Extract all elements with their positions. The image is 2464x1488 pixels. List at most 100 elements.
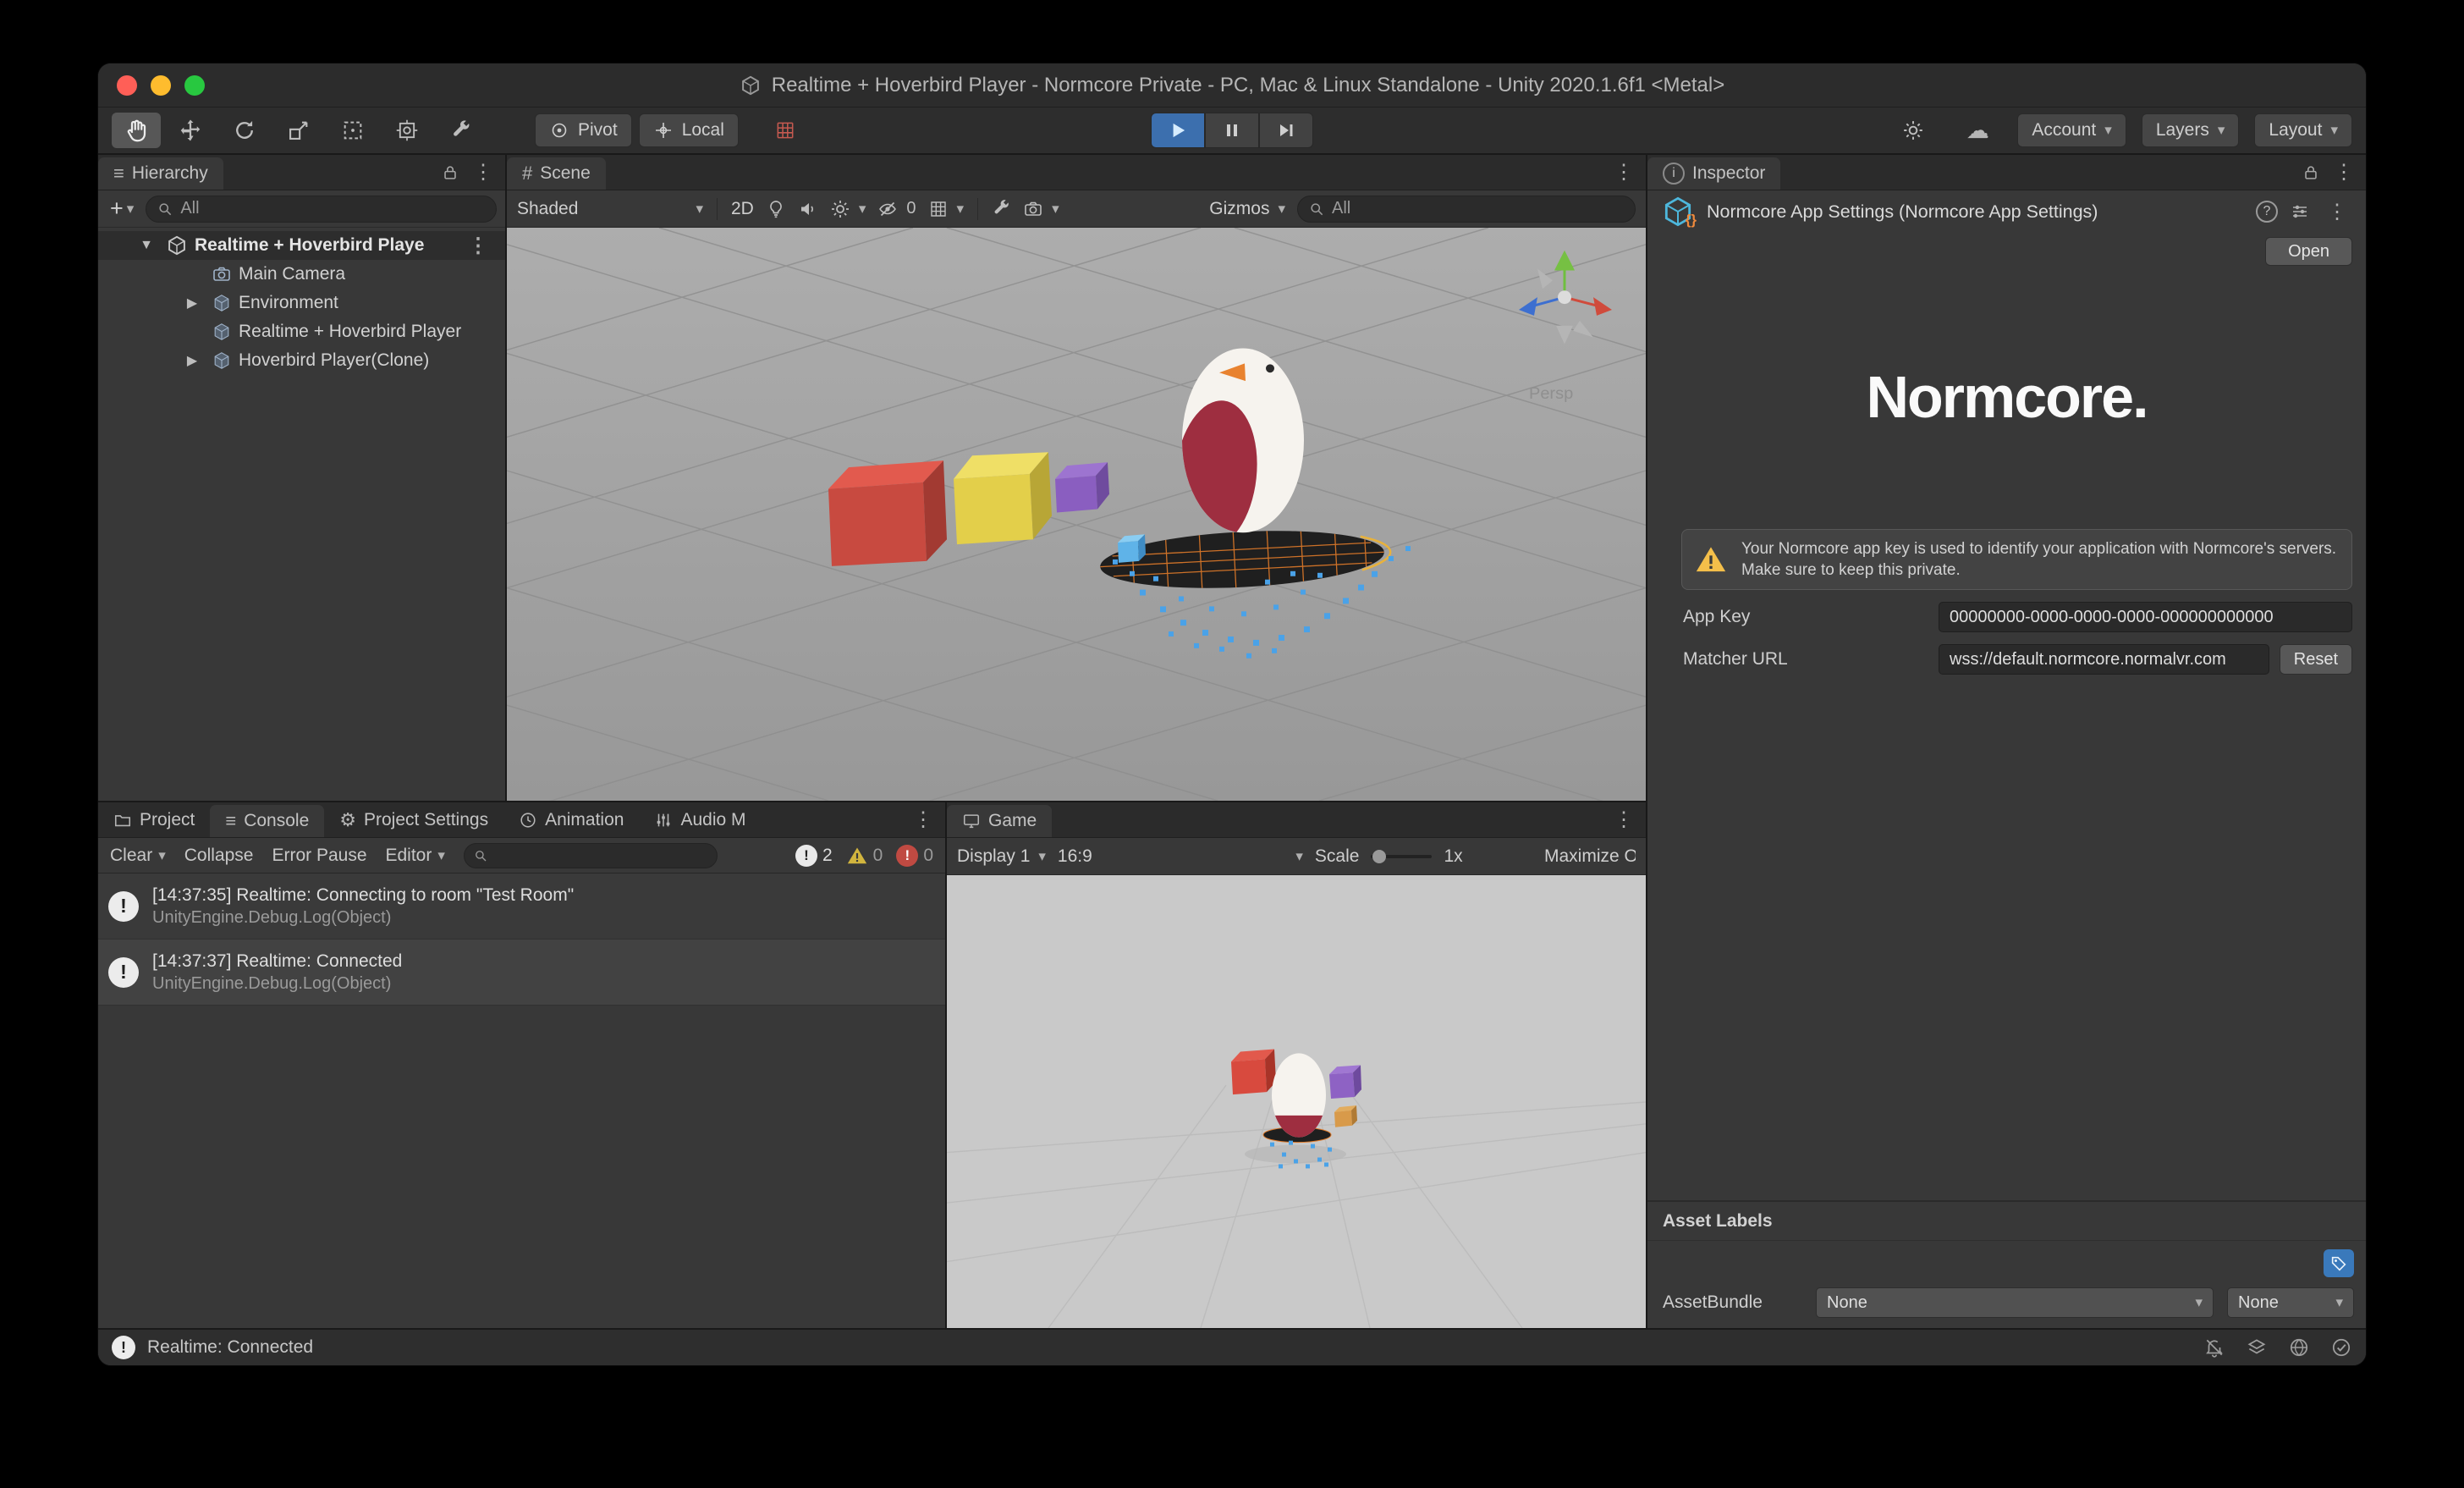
log-entry[interactable]: ! [14:37:37] Realtime: ConnectedUnityEng… [98, 940, 945, 1006]
rect-tool-button[interactable] [328, 113, 377, 148]
panel-menu-icon[interactable]: ⋮ [1609, 807, 1639, 832]
reset-button[interactable]: Reset [2280, 644, 2352, 675]
tab-animation[interactable]: Animation [503, 802, 639, 837]
tab-scene[interactable]: #Scene [507, 157, 606, 190]
matcher-url-input[interactable]: wss://default.normcore.normalvr.com [1939, 644, 2269, 675]
tab-console[interactable]: ≡Console [210, 805, 324, 837]
component-menu-icon[interactable]: ⋮ [2322, 200, 2352, 224]
panel-menu-icon[interactable]: ⋮ [468, 160, 498, 185]
yellow-cube[interactable] [954, 452, 1052, 544]
panel-menu-icon[interactable]: ⋮ [2329, 160, 2359, 185]
scene-fx-dropdown[interactable]: ▾ [830, 199, 866, 219]
hierarchy-search-input[interactable]: All [146, 196, 497, 223]
scene-search-input[interactable]: All [1297, 196, 1636, 223]
status-bar[interactable]: ! Realtime: Connected [98, 1328, 2366, 1365]
grid-visibility-dropdown[interactable]: ▾ [928, 199, 965, 219]
layers-dropdown[interactable]: Layers▾ [2142, 113, 2240, 147]
bell-off-icon[interactable] [2203, 1336, 2225, 1358]
panel-menu-icon[interactable]: ⋮ [1609, 160, 1639, 185]
step-button[interactable] [1259, 113, 1313, 148]
perspective-label[interactable]: Persp [1529, 384, 1573, 403]
snap-grid-button[interactable] [761, 113, 810, 148]
layers-stack-icon[interactable] [2246, 1336, 2268, 1358]
hierarchy-item-main-camera[interactable]: Main Camera [98, 260, 505, 289]
move-tool-button[interactable] [166, 113, 215, 148]
red-cube[interactable] [828, 460, 947, 566]
assetbundle-dropdown[interactable]: None▾ [1816, 1287, 2214, 1318]
scene-3d-canvas[interactable]: Persp [507, 228, 1646, 801]
tab-game[interactable]: Game [947, 805, 1052, 837]
check-circle-icon[interactable] [2330, 1336, 2352, 1358]
open-button[interactable]: Open [2265, 237, 2352, 266]
scene-viewport[interactable]: Persp [507, 228, 1646, 801]
assetbundle-variant-dropdown[interactable]: None▾ [2227, 1287, 2354, 1318]
scene-root-row[interactable]: ▼ Realtime + Hoverbird Playe ⋮ [98, 231, 505, 260]
presets-icon[interactable] [2290, 201, 2310, 222]
rotate-tool-button[interactable] [220, 113, 269, 148]
scale-slider[interactable]: Scale1x [1315, 846, 1463, 867]
scene-tools-button[interactable] [992, 199, 1011, 218]
asset-labels-header[interactable]: Asset Labels [1647, 1202, 2366, 1241]
tab-audio-mixer[interactable]: Audio M [639, 802, 761, 837]
gizmos-dropdown[interactable]: Gizmos▾ [1209, 199, 1285, 219]
account-dropdown[interactable]: Account▾ [2017, 113, 2126, 147]
shading-mode-dropdown[interactable]: Shaded▾ [517, 199, 703, 219]
foldout-collapsed-icon[interactable]: ▶ [179, 295, 205, 311]
game-canvas[interactable] [947, 875, 1646, 1328]
toggle-2d-button[interactable]: 2D [731, 199, 754, 219]
editor-dropdown[interactable]: Editor▾ [386, 846, 445, 866]
foldout-expanded-icon[interactable]: ▼ [134, 238, 159, 253]
collab-cloud-button[interactable]: ☁ [1953, 113, 2002, 148]
collapse-toggle[interactable]: Collapse [184, 846, 254, 866]
aspect-ratio-dropdown[interactable]: 16:9▾ [1058, 846, 1303, 867]
hand-tool-button[interactable] [112, 113, 161, 148]
tab-project[interactable]: Project [98, 802, 210, 837]
transform-tool-button[interactable] [382, 113, 432, 148]
scale-tool-button[interactable] [274, 113, 323, 148]
scale-track[interactable] [1371, 855, 1432, 858]
foldout-collapsed-icon[interactable]: ▶ [179, 352, 205, 369]
panel-menu-icon[interactable]: ⋮ [908, 807, 938, 832]
app-key-input[interactable]: 00000000-0000-0000-0000-000000000000 [1939, 602, 2352, 632]
help-icon[interactable]: ? [2256, 201, 2278, 223]
tab-hierarchy[interactable]: ≡Hierarchy [98, 157, 223, 190]
tab-inspector[interactable]: iInspector [1647, 157, 1780, 190]
pause-button[interactable] [1205, 113, 1259, 148]
clear-button[interactable]: Clear▾ [110, 846, 166, 866]
play-button[interactable] [1151, 113, 1205, 148]
scene-audio-button[interactable] [798, 199, 818, 219]
hierarchy-item-realtime-player[interactable]: Realtime + Hoverbird Player [98, 317, 505, 346]
asset-label-tag-button[interactable] [2324, 1249, 2354, 1277]
scene-menu-icon[interactable]: ⋮ [463, 234, 493, 258]
error-count-toggle[interactable]: !0 [896, 845, 933, 867]
custom-tool-button[interactable] [437, 113, 486, 148]
info-count-toggle[interactable]: !2 [795, 845, 833, 867]
close-window-button[interactable] [117, 75, 137, 96]
scale-knob[interactable] [1372, 850, 1386, 863]
maximize-on-play-toggle[interactable]: Maximize On Play [1544, 846, 1636, 867]
hierarchy-item-hoverbird-clone[interactable]: ▶ Hoverbird Player(Clone) [98, 346, 505, 375]
zoom-window-button[interactable] [184, 75, 205, 96]
warning-count-toggle[interactable]: 0 [846, 845, 883, 867]
title-bar[interactable]: Realtime + Hoverbird Player - Normcore P… [98, 63, 2366, 107]
lock-icon[interactable] [2302, 163, 2320, 182]
tab-project-settings[interactable]: ⚙Project Settings [324, 802, 503, 837]
scene-visibility-button[interactable]: 0 [877, 199, 916, 219]
globe-icon[interactable] [2288, 1336, 2310, 1358]
minimize-window-button[interactable] [151, 75, 171, 96]
hierarchy-item-environment[interactable]: ▶ Environment [98, 289, 505, 317]
console-search-input[interactable] [464, 843, 718, 868]
activity-indicator-button[interactable] [1889, 113, 1938, 148]
create-object-button[interactable]: +▾ [107, 196, 137, 222]
component-header[interactable]: {} Normcore App Settings (Normcore App S… [1647, 190, 2366, 233]
log-entry[interactable]: ! [14:37:35] Realtime: Connecting to roo… [98, 874, 945, 940]
lock-icon[interactable] [441, 163, 459, 182]
display-dropdown[interactable]: Display 1▾ [957, 846, 1046, 867]
scene-lighting-button[interactable] [766, 199, 786, 219]
blue-cube[interactable] [1118, 534, 1146, 563]
error-pause-toggle[interactable]: Error Pause [272, 846, 366, 866]
pivot-toggle-button[interactable]: Pivot [535, 113, 632, 147]
game-viewport[interactable] [947, 875, 1646, 1328]
layout-dropdown[interactable]: Layout▾ [2254, 113, 2352, 147]
local-toggle-button[interactable]: Local [639, 113, 739, 147]
